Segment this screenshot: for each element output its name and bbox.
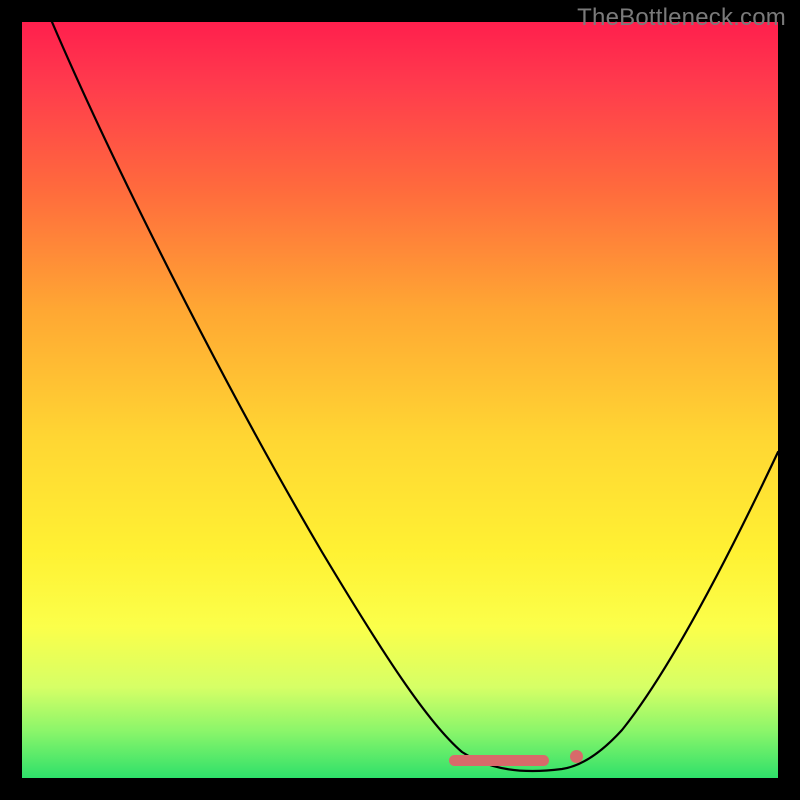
chart-plot-area [22, 22, 778, 778]
chart-frame: TheBottleneck.com [0, 0, 800, 800]
bottleneck-curve-path [52, 22, 778, 771]
watermark-text: TheBottleneck.com [577, 4, 786, 32]
chart-curve [22, 22, 778, 778]
